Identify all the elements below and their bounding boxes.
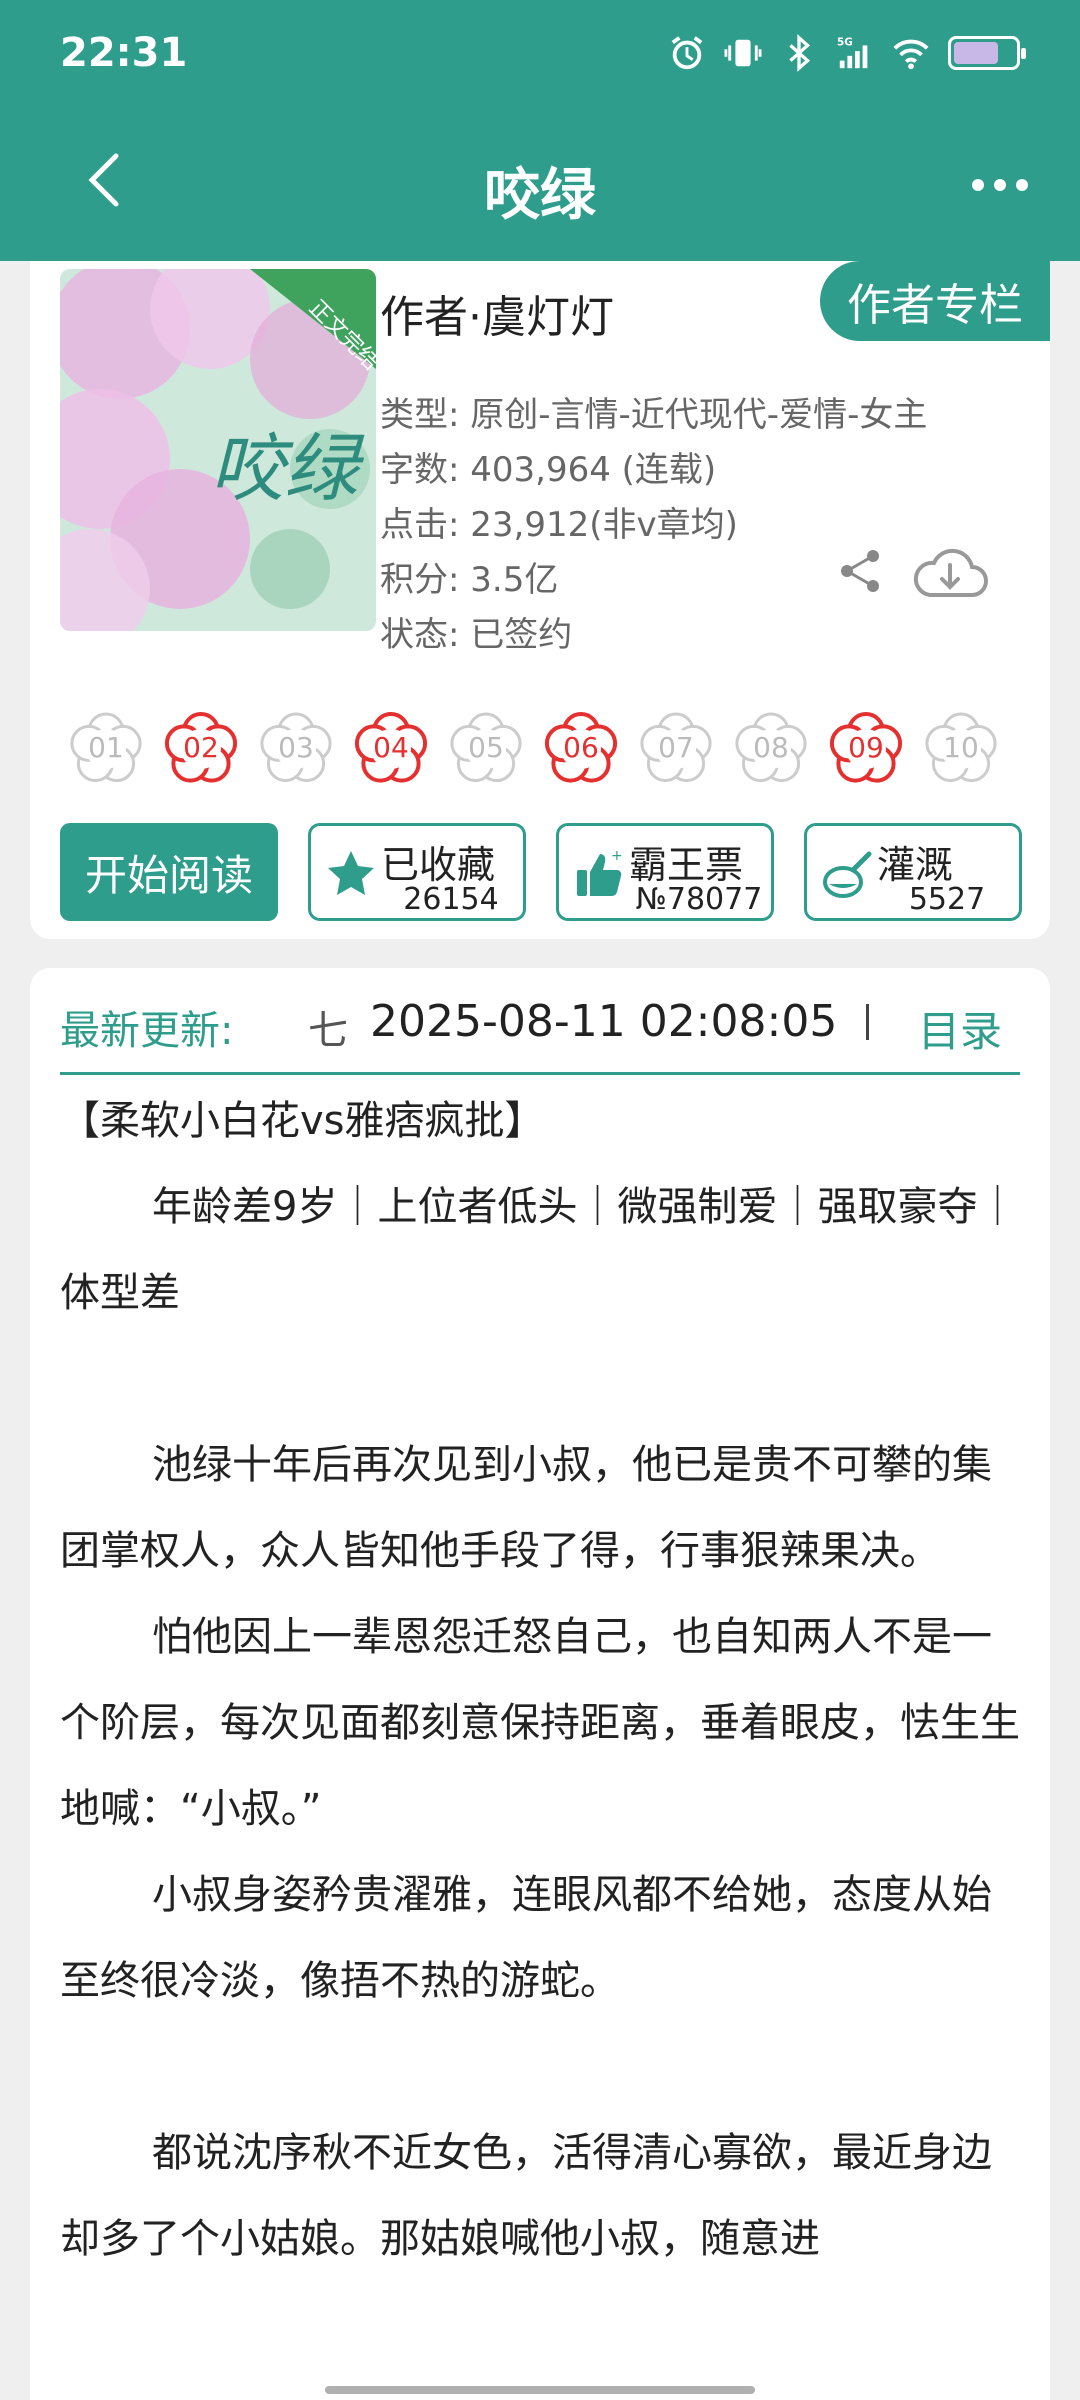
section-divider <box>60 1072 1020 1075</box>
intro-paragraph: 池绿十年后再次见到小叔，他已是贵不可攀的集团掌权人，众人皆知他手段了得，行事狠辣… <box>60 1442 992 1574</box>
flower-number: 08 <box>753 731 789 764</box>
nutrient-label: 灌溉 <box>877 843 954 887</box>
book-status: 状态: 已签约 <box>380 615 573 655</box>
intro-paragraph: 年龄差9岁｜上位者低头｜微强制爱｜强取豪夺｜体型差 <box>60 1184 1018 1316</box>
author-name[interactable]: 作者·虞灯灯 <box>380 281 614 345</box>
download-cloud-icon[interactable] <box>910 541 990 603</box>
flower-07[interactable]: 07 <box>636 709 716 789</box>
flower-04[interactable]: 04 <box>351 709 431 789</box>
flower-06[interactable]: 06 <box>541 709 621 789</box>
flower-number: 05 <box>468 731 504 764</box>
flask-icon <box>823 851 872 898</box>
intro-paragraph: 怕他因上一辈恩怨迁怒自己，也自知两人不是一个阶层，每次见面都刻意保持距离，垂着眼… <box>60 1614 1020 1832</box>
overlord-ticket-count: №78077 <box>635 882 763 917</box>
flower-rating-row: 01 02 03 04 05 06 07 08 09 10 <box>66 709 1046 791</box>
start-reading-button[interactable]: 开始阅读 <box>60 823 278 921</box>
latest-update-time[interactable]: 2025-08-11 02:08:05 <box>370 996 837 1047</box>
svg-text:5G: 5G <box>837 36 853 48</box>
flower-number: 10 <box>943 731 979 764</box>
flower-05[interactable]: 05 <box>446 709 526 789</box>
intro-paragraph: 小叔身姿矜贵濯雅，连眼风都不给她，态度从始至终很冷淡，像捂不热的游蛇。 <box>60 1872 992 2004</box>
book-description-card: 最新更新: 七 2025-08-11 02:08:05 目录 【柔软小白花vs雅… <box>30 968 1050 2400</box>
flower-03[interactable]: 03 <box>256 709 336 789</box>
intro-paragraph: 【柔软小白花vs雅痞疯批】 <box>60 1098 545 1144</box>
share-icon[interactable] <box>835 546 885 596</box>
book-type: 类型: 原创-言情-近代现代-爱情-女主 <box>380 395 928 435</box>
status-time: 22:31 <box>60 30 188 76</box>
flower-number: 07 <box>658 731 694 764</box>
book-introduction: 【柔软小白花vs雅痞疯批】年龄差9岁｜上位者低头｜微强制爱｜强取豪夺｜体型差 池绿… <box>60 1078 1025 2282</box>
flower-08[interactable]: 08 <box>731 709 811 789</box>
nutrient-count: 5527 <box>908 882 986 917</box>
flower-number: 06 <box>563 731 599 764</box>
overlord-ticket-button[interactable]: + 霸王票 №78077 <box>556 823 774 921</box>
overlord-ticket-label: 霸王票 <box>629 843 744 887</box>
latest-chapter[interactable]: 七 <box>308 998 348 1056</box>
favorite-label: 已收藏 <box>381 843 496 887</box>
intro-paragraph: 都说沈序秋不近女色，活得清心寡欲，最近身边却多了个小姑娘。那姑娘喊他小叔，随意进 <box>60 2130 992 2262</box>
flower-number: 02 <box>183 731 219 764</box>
book-word-count: 字数: 403,964 (连载) <box>380 450 717 490</box>
book-cover[interactable]: 正文完结 咬绿 <box>60 269 376 631</box>
thumbs-up-icon: + <box>577 848 623 896</box>
bluetooth-icon <box>789 34 811 72</box>
battery-icon <box>948 36 1026 70</box>
wifi-icon <box>893 39 929 70</box>
favorite-button[interactable]: 已收藏 26154 <box>308 823 526 921</box>
book-info-card: 正文完结 咬绿 作者专栏 作者·虞灯灯 类型: 原创-言情-近代现代-爱情-女主… <box>30 261 1050 939</box>
table-of-contents-button[interactable]: 目录 <box>918 998 1002 1059</box>
flower-01[interactable]: 01 <box>66 709 146 789</box>
nutrient-button[interactable]: 灌溉 5527 <box>804 823 1022 921</box>
home-indicator[interactable] <box>325 2386 755 2394</box>
latest-update-label: 最新更新: <box>60 1008 234 1054</box>
status-icons: 5G <box>668 34 1026 72</box>
flower-number: 09 <box>848 731 884 764</box>
svg-text:+: + <box>611 848 623 864</box>
signal-5g-icon: 5G <box>837 36 868 69</box>
alarm-icon <box>671 36 703 70</box>
author-column-button[interactable]: 作者专栏 <box>820 261 1050 341</box>
flower-09[interactable]: 09 <box>826 709 906 789</box>
flower-10[interactable]: 10 <box>921 709 1001 789</box>
star-icon <box>328 851 374 895</box>
app-header: 22:31 5G 咬绿 <box>0 0 1080 261</box>
more-icon[interactable] <box>970 170 1030 200</box>
flower-number: 01 <box>88 731 124 764</box>
page-title: 咬绿 <box>484 163 596 228</box>
flower-number: 04 <box>373 731 409 764</box>
flower-number: 03 <box>278 731 314 764</box>
cover-title: 咬绿 <box>210 426 365 512</box>
book-score: 积分: 3.5亿 <box>380 560 559 600</box>
book-clicks: 点击: 23,912(非v章均) <box>380 505 738 545</box>
favorite-count: 26154 <box>403 882 499 917</box>
vibrate-icon <box>724 39 762 67</box>
flower-02[interactable]: 02 <box>161 709 241 789</box>
divider <box>866 1004 869 1040</box>
